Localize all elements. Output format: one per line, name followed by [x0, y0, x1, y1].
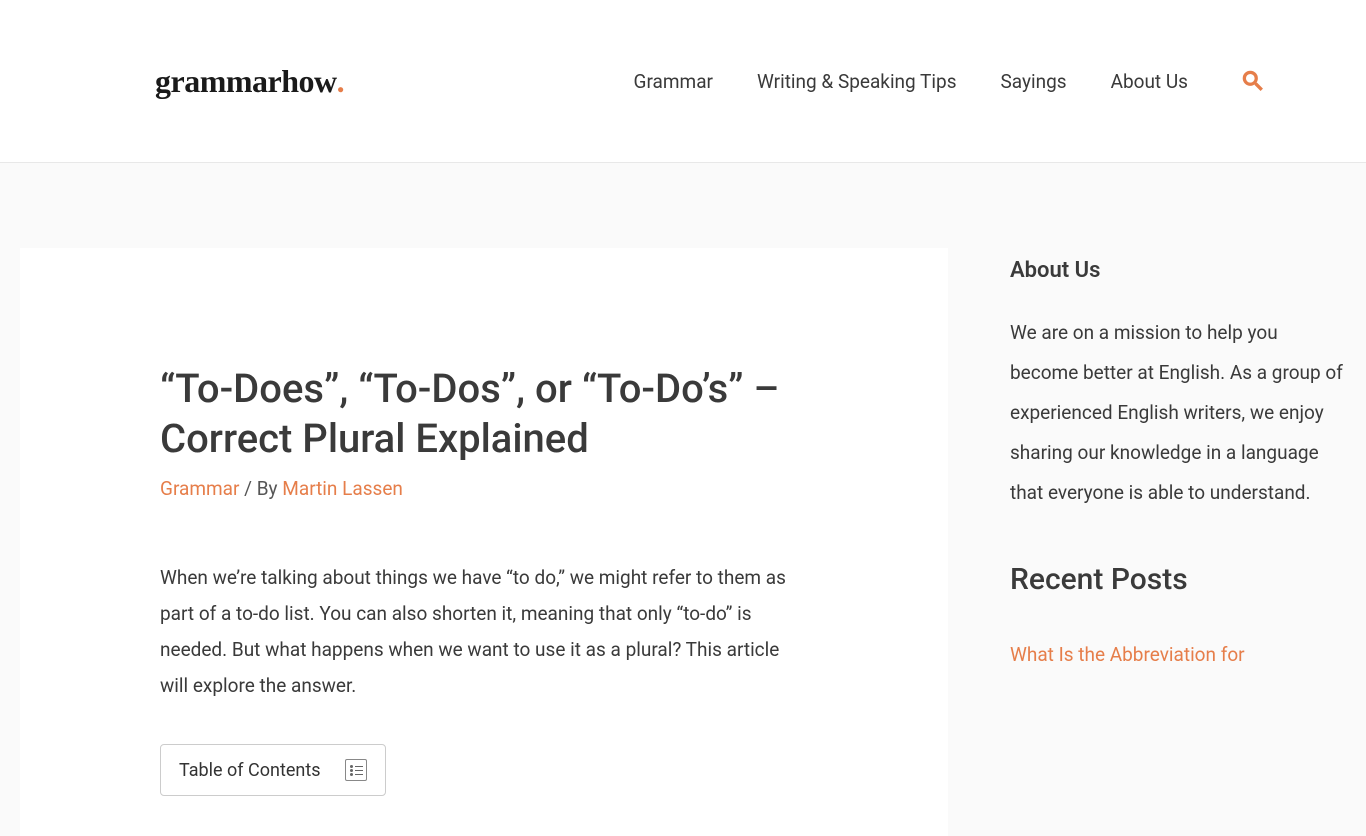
article: “To-Does”, “To-Dos”, or “To-Do’s” – Corr…: [20, 248, 948, 836]
nav-link-grammar[interactable]: Grammar: [634, 70, 713, 93]
site-logo[interactable]: grammarhow.: [155, 63, 345, 100]
widget-about: About Us We are on a mission to help you…: [1010, 258, 1346, 512]
article-title: “To-Does”, “To-Dos”, or “To-Do’s” – Corr…: [160, 364, 808, 464]
meta-sep: / By: [239, 477, 282, 500]
primary-nav: Grammar Writing & Speaking Tips Sayings …: [634, 68, 1266, 94]
page-container: “To-Does”, “To-Dos”, or “To-Do’s” – Corr…: [0, 163, 1366, 836]
article-category-link[interactable]: Grammar: [160, 477, 239, 500]
site-header: grammarhow. Grammar Writing & Speaking T…: [0, 0, 1366, 163]
search-icon[interactable]: [1240, 68, 1266, 94]
table-of-contents[interactable]: Table of Contents: [160, 744, 386, 796]
nav-link-about[interactable]: About Us: [1111, 70, 1188, 93]
article-body: When we’re talking about things we have …: [160, 560, 808, 704]
toc-label: Table of Contents: [179, 760, 321, 781]
logo-text: grammarhow: [155, 63, 337, 100]
widget-recent-title: Recent Posts: [1010, 562, 1346, 597]
widget-about-text: We are on a mission to help you become b…: [1010, 313, 1346, 512]
nav-link-writing[interactable]: Writing & Speaking Tips: [757, 70, 957, 93]
widget-about-title: About Us: [1010, 258, 1346, 283]
toc-toggle-icon: [345, 759, 367, 781]
sidebar: About Us We are on a mission to help you…: [1010, 248, 1346, 836]
recent-post-link[interactable]: What Is the Abbreviation for: [1010, 637, 1346, 673]
logo-dot: .: [337, 63, 345, 100]
article-meta: Grammar / By Martin Lassen: [160, 477, 808, 500]
widget-recent-posts: Recent Posts What Is the Abbreviation fo…: [1010, 562, 1346, 673]
article-author-link[interactable]: Martin Lassen: [282, 477, 403, 500]
nav-link-sayings[interactable]: Sayings: [1001, 70, 1067, 93]
